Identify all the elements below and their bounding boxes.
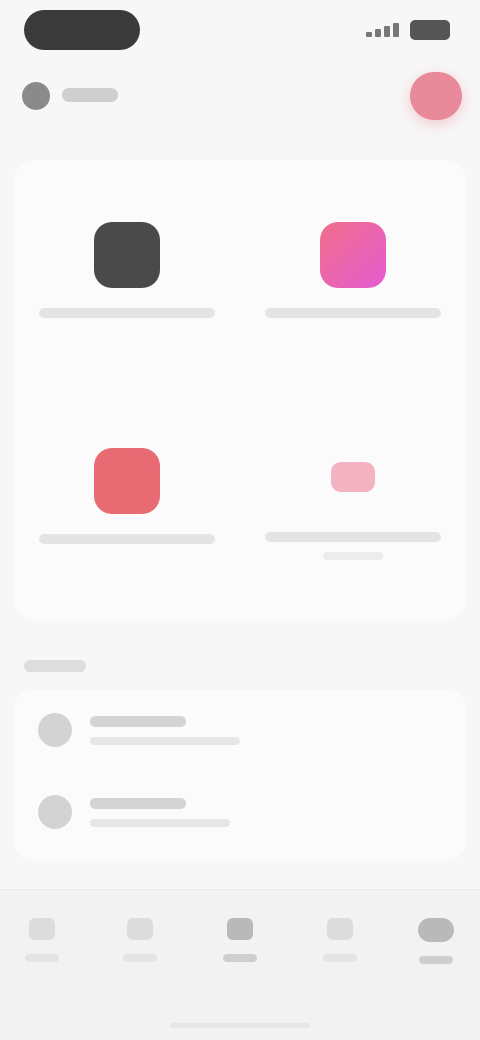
feature-tile-1[interactable] [14, 160, 240, 380]
nav-item-chat[interactable] [300, 918, 380, 978]
list-item-text [90, 715, 240, 745]
signal-icon [366, 23, 400, 37]
tile-caption-secondary [323, 552, 383, 560]
section-title [24, 660, 86, 672]
header-label [62, 88, 118, 102]
tile-caption [39, 308, 215, 318]
item-icon [38, 713, 72, 747]
feature-grid [14, 160, 466, 620]
list-item-subtitle [90, 818, 230, 827]
nav-label [223, 954, 257, 962]
nav-item-home[interactable] [2, 918, 82, 978]
list-item-text [90, 797, 230, 827]
list-item[interactable] [14, 772, 466, 852]
bottom-navigation [0, 889, 480, 1040]
status-time-pill [24, 10, 140, 50]
list-item[interactable] [14, 690, 466, 770]
home-icon [29, 918, 55, 940]
home-indicator [170, 1023, 310, 1028]
nav-label [419, 956, 453, 964]
app-icon [94, 222, 160, 288]
status-indicators [366, 18, 450, 42]
nav-item-center[interactable] [200, 918, 280, 978]
center-icon [227, 918, 253, 940]
profile-button[interactable] [410, 72, 462, 120]
list-item-title [90, 715, 186, 727]
tile-caption [265, 532, 441, 542]
nav-item-search[interactable] [100, 918, 180, 978]
nav-label [25, 954, 59, 962]
nav-label [323, 954, 357, 962]
list-item-title [90, 797, 186, 809]
feature-tile-4[interactable] [240, 386, 466, 606]
tile-caption [265, 308, 441, 318]
feature-tile-2[interactable] [240, 160, 466, 380]
list-item-subtitle [90, 736, 240, 745]
chat-icon [327, 918, 353, 940]
battery-icon [410, 20, 450, 40]
app-icon [320, 222, 386, 288]
app-icon [94, 448, 160, 514]
nav-label [123, 954, 157, 962]
tile-caption [39, 534, 215, 544]
profile-icon [418, 918, 454, 942]
app-screen [0, 0, 480, 1040]
item-list [14, 690, 466, 860]
feature-tile-3[interactable] [14, 386, 240, 606]
item-icon [38, 795, 72, 829]
nav-item-profile[interactable] [396, 918, 476, 978]
user-icon[interactable] [22, 82, 50, 110]
search-icon [127, 918, 153, 940]
app-icon [331, 462, 375, 492]
